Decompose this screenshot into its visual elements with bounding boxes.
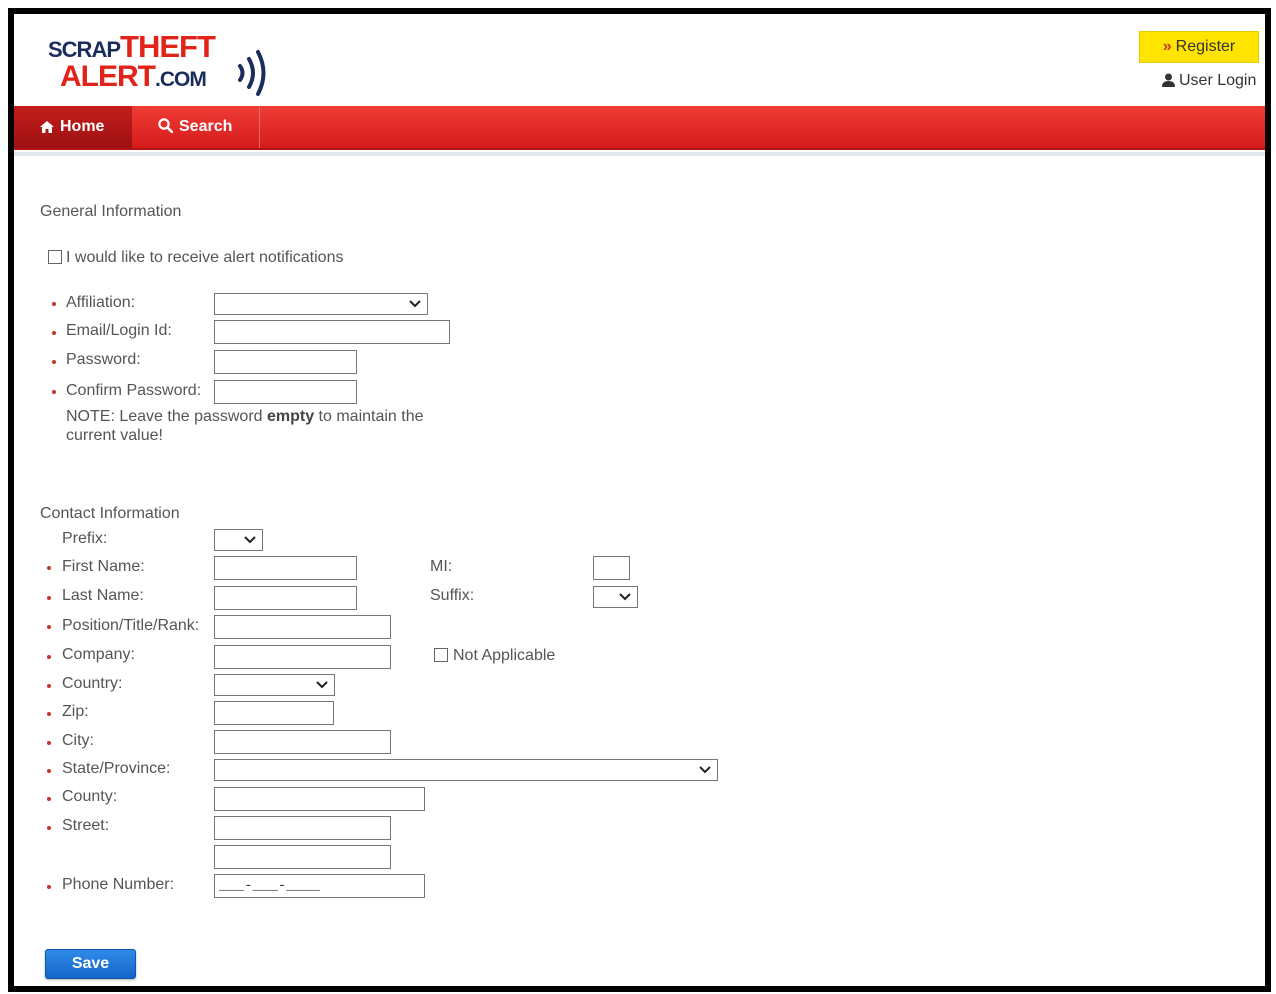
required-marker	[47, 885, 51, 889]
not-applicable-checkbox[interactable]	[434, 648, 448, 662]
affiliation-label: Affiliation:	[66, 294, 136, 311]
home-icon	[40, 121, 54, 133]
street-line2-field[interactable]	[214, 845, 391, 869]
confirm-password-field[interactable]	[214, 380, 357, 404]
user-login-link[interactable]: User Login	[1162, 72, 1256, 90]
nav-divider	[14, 152, 1265, 156]
required-marker	[47, 826, 51, 830]
chevron-down-icon	[316, 681, 328, 689]
site-logo[interactable]: SCRAPTHEFT ALERT.COM	[48, 29, 278, 96]
required-marker	[52, 390, 56, 394]
street-label: Street:	[62, 817, 110, 834]
page-frame: SCRAPTHEFT ALERT.COM » Register User Logi…	[8, 8, 1271, 992]
position-field[interactable]	[214, 615, 391, 639]
email-field[interactable]	[214, 320, 450, 344]
nav-home-label: Home	[60, 118, 105, 135]
country-label: Country:	[62, 675, 123, 692]
alert-notifications-label: I would like to receive alert notificati…	[66, 249, 344, 266]
user-icon	[1162, 73, 1175, 87]
city-field[interactable]	[214, 730, 391, 754]
zip-label: Zip:	[62, 703, 89, 720]
company-field[interactable]	[214, 645, 391, 669]
user-login-label: User Login	[1179, 72, 1257, 89]
search-icon	[158, 118, 174, 134]
site-header: SCRAPTHEFT ALERT.COM » Register User Logi…	[22, 14, 1268, 106]
logo-com: .COM	[155, 68, 207, 91]
confirm-password-label: Confirm Password:	[66, 382, 202, 399]
register-label: Register	[1175, 38, 1236, 55]
prefix-select[interactable]	[214, 529, 263, 551]
chevron-down-icon	[244, 536, 256, 544]
required-marker	[47, 596, 51, 600]
phone-mask: ___-___-____	[219, 878, 320, 894]
double-chevron-right-icon: »	[1162, 38, 1172, 55]
street-line1-field[interactable]	[214, 816, 391, 840]
password-label: Password:	[66, 351, 141, 368]
general-information-heading: General Information	[40, 203, 182, 220]
required-marker	[47, 769, 51, 773]
nav-search[interactable]: Search	[132, 106, 260, 148]
prefix-label: Prefix:	[62, 530, 108, 547]
required-marker	[47, 684, 51, 688]
email-label: Email/Login Id:	[66, 322, 172, 339]
required-marker	[52, 302, 56, 306]
middle-initial-field[interactable]	[593, 556, 630, 580]
logo-theft: THEFT	[120, 29, 216, 64]
password-field[interactable]	[214, 350, 357, 374]
state-province-label: State/Province:	[62, 760, 171, 777]
note-prefix: NOTE: Leave the password	[66, 408, 267, 425]
signal-waves-icon	[238, 50, 266, 96]
logo-alert: ALERT	[60, 60, 156, 93]
password-note: NOTE: Leave the password empty to mainta…	[66, 407, 466, 445]
county-field[interactable]	[214, 787, 425, 811]
city-label: City:	[62, 732, 94, 749]
chevron-down-icon	[699, 766, 711, 774]
required-marker	[47, 712, 51, 716]
mi-label: MI:	[430, 558, 453, 575]
nav-home[interactable]: Home	[14, 106, 132, 148]
required-marker	[47, 655, 51, 659]
chevron-down-icon	[409, 300, 421, 308]
position-label: Position/Title/Rank:	[62, 617, 200, 634]
required-marker	[47, 797, 51, 801]
logo-scrap: SCRAP	[48, 37, 121, 62]
required-marker	[47, 566, 51, 570]
required-marker	[47, 625, 51, 629]
first-name-label: First Name:	[62, 558, 145, 575]
note-emphasis: empty	[266, 408, 315, 425]
required-marker	[47, 741, 51, 745]
zip-field[interactable]	[214, 701, 334, 725]
suffix-select[interactable]	[593, 586, 638, 608]
first-name-field[interactable]	[214, 556, 357, 580]
alert-notifications-checkbox[interactable]	[48, 250, 62, 264]
phone-number-label: Phone Number:	[62, 876, 175, 893]
country-select[interactable]	[214, 674, 335, 696]
save-button[interactable]: Save	[45, 949, 136, 979]
chevron-down-icon	[619, 593, 631, 601]
register-button[interactable]: » Register	[1139, 31, 1259, 63]
affiliation-select[interactable]	[214, 293, 428, 315]
last-name-field[interactable]	[214, 586, 357, 610]
state-province-select[interactable]	[214, 759, 718, 781]
suffix-label: Suffix:	[430, 587, 475, 604]
phone-number-field[interactable]: ___-___-____	[214, 874, 425, 898]
county-label: County:	[62, 788, 118, 805]
company-label: Company:	[62, 646, 135, 663]
required-marker	[52, 360, 56, 364]
contact-information-heading: Contact Information	[40, 505, 180, 522]
not-applicable-label: Not Applicable	[453, 647, 556, 664]
main-nav: Home Search	[14, 106, 1265, 150]
nav-search-label: Search	[179, 118, 233, 135]
last-name-label: Last Name:	[62, 587, 144, 604]
required-marker	[52, 331, 56, 335]
